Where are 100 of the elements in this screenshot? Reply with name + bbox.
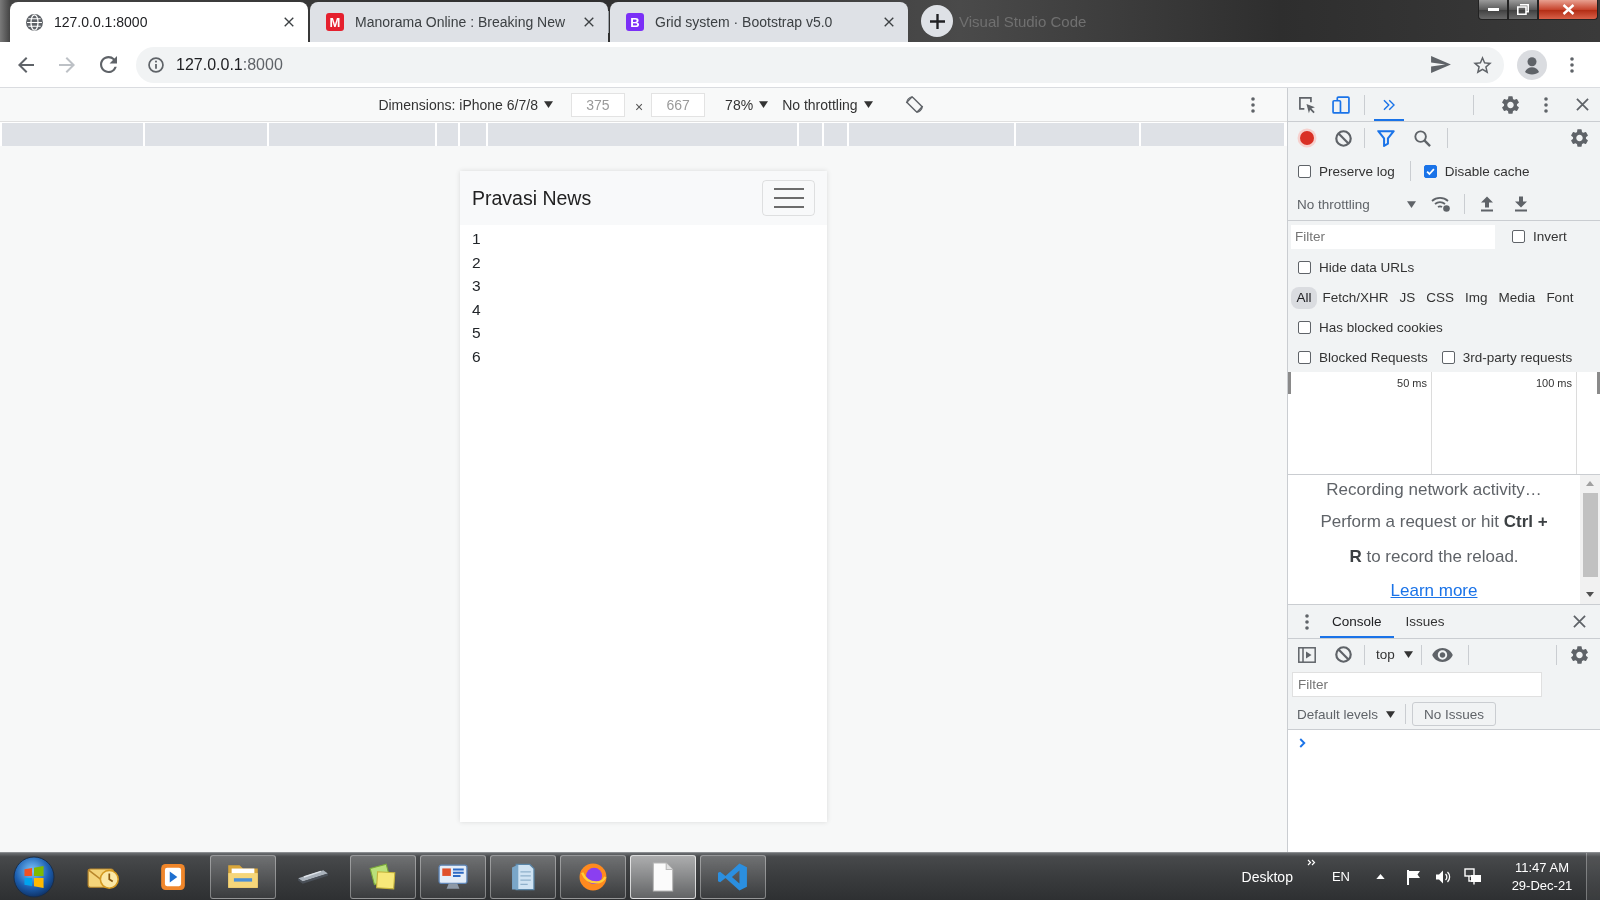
folder-icon — [227, 864, 259, 889]
profile-button[interactable] — [1516, 48, 1548, 81]
checkbox-label[interactable]: Has blocked cookies — [1319, 320, 1443, 335]
star-icon — [1472, 55, 1492, 74]
timeline-overview[interactable]: 50 ms 100 ms — [1288, 372, 1600, 474]
checkbox-label[interactable]: 3rd-party requests — [1462, 349, 1573, 365]
wifi-settings-icon — [1431, 196, 1451, 212]
drawer-tab[interactable]: Console — [1320, 605, 1394, 638]
caret-icon — [1407, 200, 1416, 208]
type-filter-button[interactable]: CSS — [1420, 286, 1460, 309]
clear-icon — [1334, 646, 1352, 663]
restore-icon — [1517, 4, 1529, 15]
dimension-separator: × — [634, 99, 644, 115]
list-item: 4 — [472, 299, 482, 320]
document-icon — [652, 861, 674, 892]
play-icon — [160, 862, 186, 891]
overview-handle[interactable] — [1288, 372, 1291, 394]
type-filter-button[interactable]: All — [1291, 286, 1317, 309]
minimize-button[interactable] — [1478, 0, 1508, 20]
upload-icon — [1480, 196, 1494, 212]
throttling-dropdown[interactable]: No throttling — [782, 96, 873, 113]
close-icon — [884, 17, 894, 27]
settings-icon — [1570, 645, 1588, 664]
new-tab-button[interactable] — [921, 5, 953, 37]
scrollbar[interactable] — [1580, 475, 1600, 604]
caret-icon — [863, 101, 873, 108]
checkbox-label[interactable]: Hide data URLs — [1319, 259, 1415, 275]
sticky-notes-icon — [368, 863, 398, 890]
drawer-tab[interactable]: Issues — [1393, 605, 1457, 638]
navbar-brand[interactable]: Pravasi News — [472, 186, 592, 210]
browser-tab[interactable]: M Manorama Online : Breaking New — [310, 2, 608, 42]
plus-icon — [929, 13, 945, 29]
browser-tab[interactable]: B Grid system · Bootstrap v5.0 — [610, 2, 908, 42]
navbar-toggler-button[interactable] — [762, 180, 815, 216]
code-editor-icon — [718, 862, 748, 891]
checkbox[interactable] — [1298, 260, 1311, 274]
checkbox[interactable] — [1441, 350, 1455, 364]
throttling-dropdown[interactable]: No throttling — [1288, 196, 1418, 212]
settings-icon — [1501, 95, 1519, 114]
more-options-icon — [1251, 96, 1255, 113]
checkbox[interactable] — [1512, 230, 1525, 243]
filter-input[interactable]: Filter — [1291, 224, 1495, 249]
address-bar[interactable]: 127.0.0.1:8000 — [136, 46, 1504, 83]
taskbar-app-button[interactable] — [210, 854, 276, 899]
restore-button[interactable] — [1508, 0, 1538, 20]
checkbox-label[interactable]: Blocked Requests — [1319, 349, 1428, 365]
desktop-toolbar-label[interactable]: Desktop — [1241, 868, 1293, 885]
reload-icon — [99, 56, 117, 73]
learn-more-link[interactable]: Learn more — [1390, 581, 1478, 600]
list-item: 2 — [472, 252, 482, 273]
checkbox[interactable] — [1298, 350, 1311, 364]
menu-icon — [773, 187, 804, 209]
scroll-down-icon — [1586, 592, 1594, 597]
device-dropdown[interactable]: Dimensions: iPhone 6/7/8 — [378, 96, 553, 113]
close-icon — [584, 17, 594, 27]
checkbox[interactable] — [1298, 321, 1311, 334]
browser-tab[interactable]: 127.0.0.1:8000 — [10, 2, 308, 42]
settings-icon — [1570, 129, 1588, 147]
overview-handle[interactable] — [1597, 372, 1600, 394]
checkbox-label[interactable]: Disable cache — [1444, 163, 1530, 179]
taskbar-app-button[interactable] — [560, 854, 626, 899]
checkbox-label[interactable]: Invert — [1533, 229, 1567, 244]
language-indicator[interactable]: EN — [1331, 869, 1350, 884]
type-filter-button[interactable]: JS — [1394, 286, 1421, 309]
double-chevron-icon[interactable] — [1306, 859, 1316, 866]
forward-arrow-icon — [59, 56, 75, 73]
type-filter-button[interactable]: Media — [1493, 286, 1541, 309]
type-filter-button[interactable]: Fetch/XHR — [1317, 286, 1395, 309]
levels-dropdown[interactable]: Default levels — [1288, 706, 1396, 722]
show-desktop-button[interactable] — [1586, 852, 1600, 900]
rotate-icon — [905, 95, 925, 114]
checkbox[interactable] — [1298, 164, 1311, 178]
zoom-dropdown[interactable]: 78% — [725, 96, 769, 113]
start-button[interactable] — [12, 854, 56, 899]
taskbar-app-button[interactable] — [630, 854, 696, 899]
browser-globe-icon — [579, 862, 607, 891]
type-filter-button[interactable]: Img — [1459, 286, 1494, 309]
list-item: 1 — [472, 229, 482, 249]
checkbox-label[interactable]: Preserve log — [1319, 163, 1395, 179]
type-filter-button[interactable]: Font — [1540, 286, 1579, 309]
more-options-icon — [1570, 56, 1574, 73]
taskbar-app-button[interactable] — [420, 854, 486, 899]
caret-icon — [1386, 710, 1396, 718]
console-filter-input[interactable]: Filter — [1292, 672, 1542, 697]
context-dropdown[interactable]: top — [1373, 647, 1413, 662]
speaker-icon — [1435, 868, 1451, 885]
close-window-button[interactable] — [1538, 0, 1598, 20]
download-icon — [1514, 196, 1528, 212]
caret-icon — [1403, 651, 1413, 658]
up-triangle-icon — [1375, 874, 1385, 879]
taskbar-app-button[interactable] — [490, 854, 556, 899]
monitor-icon — [438, 863, 468, 890]
checkbox[interactable] — [1423, 164, 1437, 178]
caret-icon — [759, 101, 769, 108]
taskbar-app-button[interactable] — [350, 854, 416, 899]
scrollbar-thumb[interactable] — [1582, 493, 1598, 577]
letter-logo-icon: M — [326, 13, 344, 31]
list-item: 5 — [472, 323, 482, 343]
clock-button[interactable]: 11:47 AM 29-Dec-21 — [1504, 858, 1580, 895]
issues-button[interactable]: No Issues — [1412, 702, 1497, 726]
